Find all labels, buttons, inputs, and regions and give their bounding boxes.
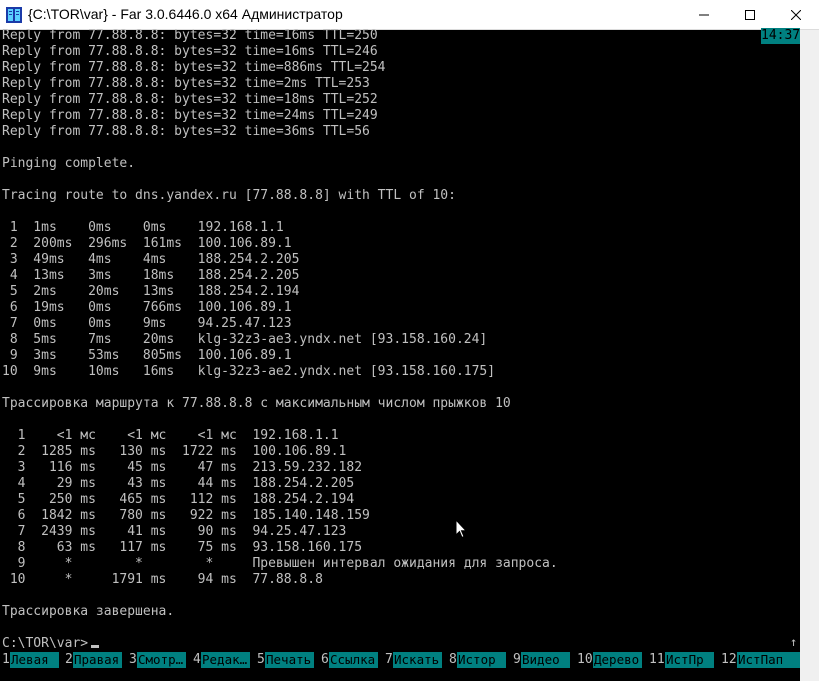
- fkey-history[interactable]: Истор: [457, 652, 506, 668]
- command-prompt[interactable]: C:\TOR\var>: [2, 636, 88, 652]
- text-cursor: [91, 645, 99, 648]
- scroll-up-indicator: ↑: [790, 635, 798, 649]
- minimize-icon: [699, 14, 709, 16]
- console-line: Reply from 77.88.8.8: bytes=32 time=886m…: [2, 60, 386, 75]
- console-line: 4 29 ms 43 ms 44 ms 188.254.2.205: [2, 476, 355, 491]
- console-line: Reply from 77.88.8.8: bytes=32 time=18ms…: [2, 92, 378, 107]
- clock: 14:37: [761, 28, 801, 44]
- mouse-pointer-icon: [455, 519, 467, 539]
- console-line: 1 <1 мс <1 мс <1 мс 192.168.1.1: [2, 428, 339, 443]
- console-line: 8 63 ms 117 ms 75 ms 93.158.160.175: [2, 540, 363, 555]
- console-line: 10 * 1791 ms 94 ms 77.88.8.8: [2, 572, 323, 587]
- fkey-view[interactable]: Смотр…: [137, 652, 186, 668]
- console-line: 4 13ms 3ms 18ms 188.254.2.205: [2, 268, 300, 283]
- console-line: Tracing route to dns.yandex.ru [77.88.8.…: [2, 188, 456, 203]
- fkey-right-panel[interactable]: Правая: [73, 652, 122, 668]
- fkey-left-panel[interactable]: Левая: [10, 652, 59, 668]
- fkey-number: 8: [449, 652, 457, 667]
- fkey-video[interactable]: Видео: [521, 652, 570, 668]
- fkey-number: 7: [385, 652, 393, 667]
- title-bar[interactable]: {C:\TOR\var} - Far 3.0.6446.0 x64 Админи…: [0, 0, 819, 30]
- window-title: {C:\TOR\var} - Far 3.0.6446.0 x64 Админи…: [28, 6, 343, 22]
- fkey-edit[interactable]: Редак…: [201, 652, 250, 668]
- function-key-bar: 1 Левая 2 Правая 3 Смотр… 4 Редак… 5 Печ…: [0, 652, 800, 668]
- console-line: Reply from 77.88.8.8: bytes=32 time=36ms…: [2, 124, 370, 139]
- console-line: 3 116 ms 45 ms 47 ms 213.59.232.182: [2, 460, 363, 475]
- console-line: Pinging complete.: [2, 156, 136, 171]
- console-line: Reply from 77.88.8.8: bytes=32 time=16ms…: [2, 44, 378, 59]
- console-line: 9 3ms 53ms 805ms 100.106.89.1: [2, 348, 292, 363]
- console-line: 2 200ms 296ms 161ms 100.106.89.1: [2, 236, 292, 251]
- console-line: Reply from 77.88.8.8: bytes=32 time=2ms …: [2, 76, 370, 91]
- fkey-link[interactable]: Ссылка: [329, 652, 378, 668]
- fkey-number: 6: [321, 652, 329, 667]
- fkey-number: 2: [65, 652, 73, 667]
- fkey-folder-history[interactable]: ИстПап: [737, 652, 800, 668]
- console-line: 8 5ms 7ms 20ms klg-32z3-ae3.yndx.net [93…: [2, 332, 488, 347]
- console-line: 9 * * * Превышен интервал ожидания для з…: [2, 556, 558, 571]
- fkey-number: 11: [649, 652, 665, 667]
- console-line: 1 1ms 0ms 0ms 192.168.1.1: [2, 220, 284, 235]
- fkey-view-history[interactable]: ИстПр: [665, 652, 714, 668]
- console-line: 2 1285 ms 130 ms 1722 ms 100.106.89.1: [2, 444, 347, 459]
- maximize-button[interactable]: [727, 0, 773, 30]
- fkey-number: 9: [513, 652, 521, 667]
- console-line: Трассировка завершена.: [2, 604, 175, 619]
- console-line: Трассировка маршрута к 77.88.8.8 с макси…: [2, 396, 511, 411]
- vertical-scrollbar[interactable]: [800, 30, 819, 681]
- console-line: 5 250 ms 465 ms 112 ms 188.254.2.194: [2, 492, 355, 507]
- fkey-print[interactable]: Печать: [265, 652, 314, 668]
- far-app-icon: [6, 7, 22, 23]
- console-line: 3 49ms 4ms 4ms 188.254.2.205: [2, 252, 300, 267]
- close-button[interactable]: [773, 0, 819, 30]
- console-line: 6 1842 ms 780 ms 922 ms 185.140.148.159: [2, 508, 370, 523]
- console-line: 10 9ms 10ms 16ms klg-32z3-ae2.yndx.net […: [2, 364, 496, 379]
- console-line: Reply from 77.88.8.8: bytes=32 time=24ms…: [2, 108, 378, 123]
- console-line: 7 0ms 0ms 9ms 94.25.47.123: [2, 316, 292, 331]
- fkey-number: 5: [257, 652, 265, 667]
- console-line: 6 19ms 0ms 766ms 100.106.89.1: [2, 300, 292, 315]
- fkey-number: 4: [193, 652, 201, 667]
- fkey-search[interactable]: Искать: [393, 652, 442, 668]
- close-icon: [790, 9, 802, 21]
- minimize-button[interactable]: [681, 0, 727, 30]
- console-line: Reply from 77.88.8.8: bytes=32 time=16ms…: [2, 28, 378, 43]
- fkey-number: 1: [2, 652, 10, 667]
- fkey-number: 3: [129, 652, 137, 667]
- maximize-icon: [745, 10, 755, 20]
- console-line: 5 2ms 20ms 13ms 188.254.2.194: [2, 284, 300, 299]
- console-line: 7 2439 ms 41 ms 90 ms 94.25.47.123: [2, 524, 347, 539]
- fkey-tree[interactable]: Дерево: [593, 652, 642, 668]
- fkey-number: 12: [721, 652, 737, 667]
- fkey-number: 10: [577, 652, 593, 667]
